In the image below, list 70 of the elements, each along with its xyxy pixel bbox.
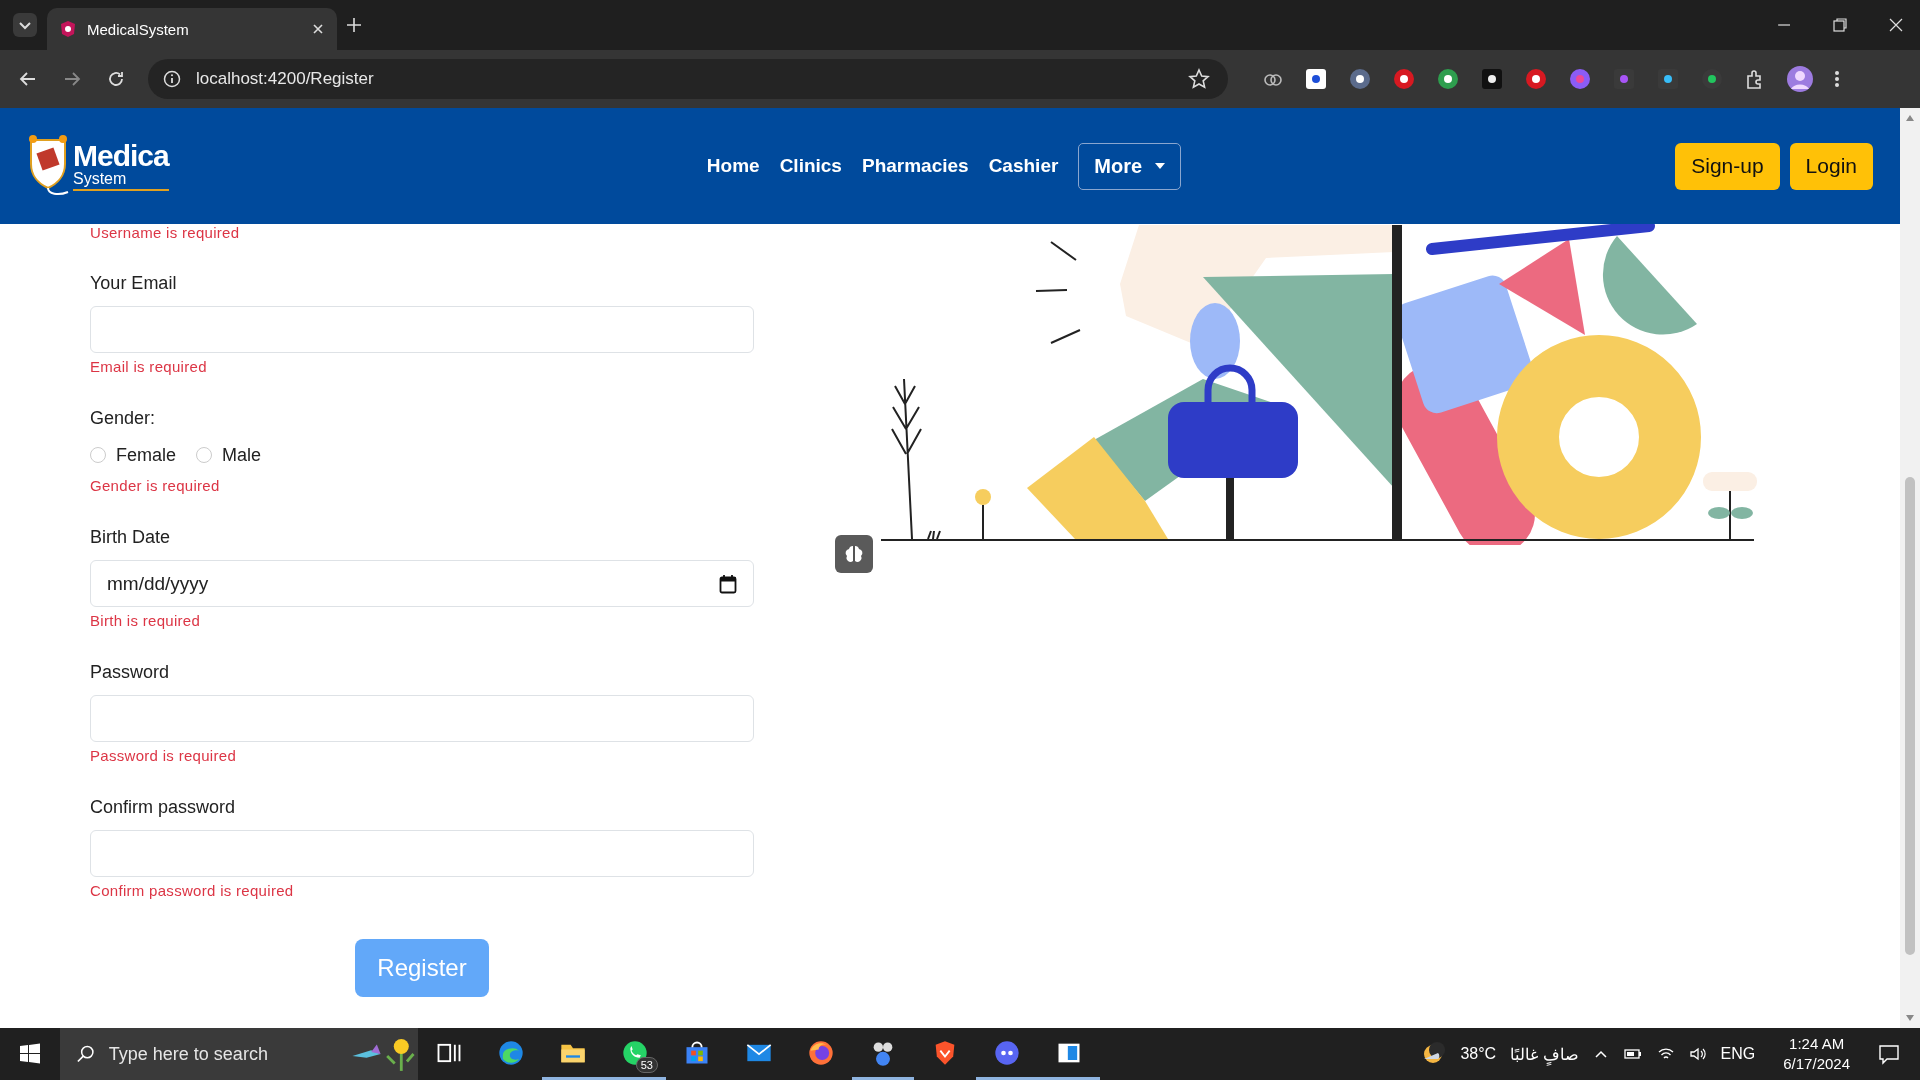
error-text: Email is required xyxy=(90,358,208,375)
radio-label[interactable]: Female xyxy=(116,444,177,466)
signup-button[interactable]: Sign-up xyxy=(1675,142,1780,190)
extension-icon[interactable] xyxy=(1392,67,1416,91)
avatar-icon[interactable] xyxy=(1786,65,1814,93)
clock-date[interactable]: 6/17/2024 xyxy=(1783,1054,1850,1074)
star-icon[interactable] xyxy=(1188,68,1210,90)
logo[interactable]: Medica System xyxy=(25,134,169,198)
more-dropdown[interactable]: More xyxy=(1078,142,1182,190)
scroll-thumb[interactable] xyxy=(1905,477,1915,955)
password-field[interactable] xyxy=(90,830,754,877)
date-field[interactable]: mm/dd/yyyy xyxy=(90,560,754,607)
browser-tab[interactable]: MedicalSystem xyxy=(47,8,337,50)
language-indicator[interactable]: ENG xyxy=(1720,1045,1756,1063)
error-text: Birth is required xyxy=(90,612,202,629)
input-field[interactable] xyxy=(90,306,754,353)
close-icon[interactable] xyxy=(1888,17,1904,33)
error-text: Password is required xyxy=(90,747,238,764)
url-text: localhost:4200/Register xyxy=(196,69,374,89)
extension-icon[interactable] xyxy=(1480,67,1504,91)
search-icon xyxy=(76,1044,95,1064)
info-icon[interactable] xyxy=(162,69,182,89)
taskbar-button[interactable]: 53 xyxy=(604,1028,666,1080)
extension-icon[interactable] xyxy=(1436,67,1460,91)
field-label: Password xyxy=(90,662,171,683)
nav-link[interactable]: Cashier xyxy=(988,155,1059,177)
address-bar[interactable]: localhost:4200/Register xyxy=(148,59,1228,99)
notification-badge: 53 xyxy=(635,1057,658,1073)
clock-time[interactable]: 1:24 AM xyxy=(1789,1034,1845,1054)
reload-icon[interactable] xyxy=(106,69,126,89)
new-tab-icon[interactable] xyxy=(345,16,363,34)
brain-button[interactable] xyxy=(835,535,873,573)
scroll-up-icon[interactable] xyxy=(1905,114,1915,122)
nav-link[interactable]: Pharmacies xyxy=(861,155,969,177)
extension-icon[interactable] xyxy=(1348,67,1372,91)
search-input[interactable]: Type here to search xyxy=(106,1042,331,1066)
search-field[interactable]: Type here to search xyxy=(60,1028,418,1080)
password-field[interactable] xyxy=(90,695,754,742)
error-text: Confirm password is required xyxy=(90,882,295,899)
tab-list-icon[interactable] xyxy=(11,11,39,39)
calendar-icon[interactable] xyxy=(719,573,737,594)
browser-icon xyxy=(497,1038,525,1067)
more-icon[interactable] xyxy=(1834,69,1840,89)
error-text: Gender is required xyxy=(90,477,221,494)
logo-text: Medica xyxy=(73,141,169,171)
favicon-icon xyxy=(59,20,77,38)
logo-subtext: System xyxy=(73,171,169,191)
volume-icon[interactable] xyxy=(1688,1046,1707,1062)
login-button[interactable]: Login xyxy=(1789,142,1873,190)
temperature-text[interactable]: 38°C xyxy=(1460,1045,1497,1063)
battery-icon[interactable] xyxy=(1622,1046,1643,1062)
field-label: Confirm password xyxy=(90,797,237,818)
weather-text[interactable]: صافٍ غالبًا xyxy=(1510,1044,1579,1064)
field-label: Gender: xyxy=(90,408,157,429)
restore-icon[interactable] xyxy=(1832,17,1848,33)
tab-title: MedicalSystem xyxy=(87,20,190,38)
error-text: Username is required xyxy=(90,224,241,241)
notifications-icon[interactable] xyxy=(1878,1043,1900,1065)
field-label: Birth Date xyxy=(90,527,172,548)
extension-icon[interactable] xyxy=(1304,67,1328,91)
field-label: Your Email xyxy=(90,273,178,294)
caret-icon xyxy=(1154,162,1167,170)
close-icon[interactable] xyxy=(311,22,325,36)
extension-icon[interactable] xyxy=(1524,67,1548,91)
nav-link[interactable]: Home xyxy=(706,155,760,177)
radio-label[interactable]: Male xyxy=(222,444,262,466)
scrollbar[interactable] xyxy=(1900,108,1920,1028)
nav-link[interactable]: Clinics xyxy=(779,155,842,177)
chat-icon xyxy=(993,1038,1021,1067)
scroll-down-icon[interactable] xyxy=(1905,1014,1915,1022)
